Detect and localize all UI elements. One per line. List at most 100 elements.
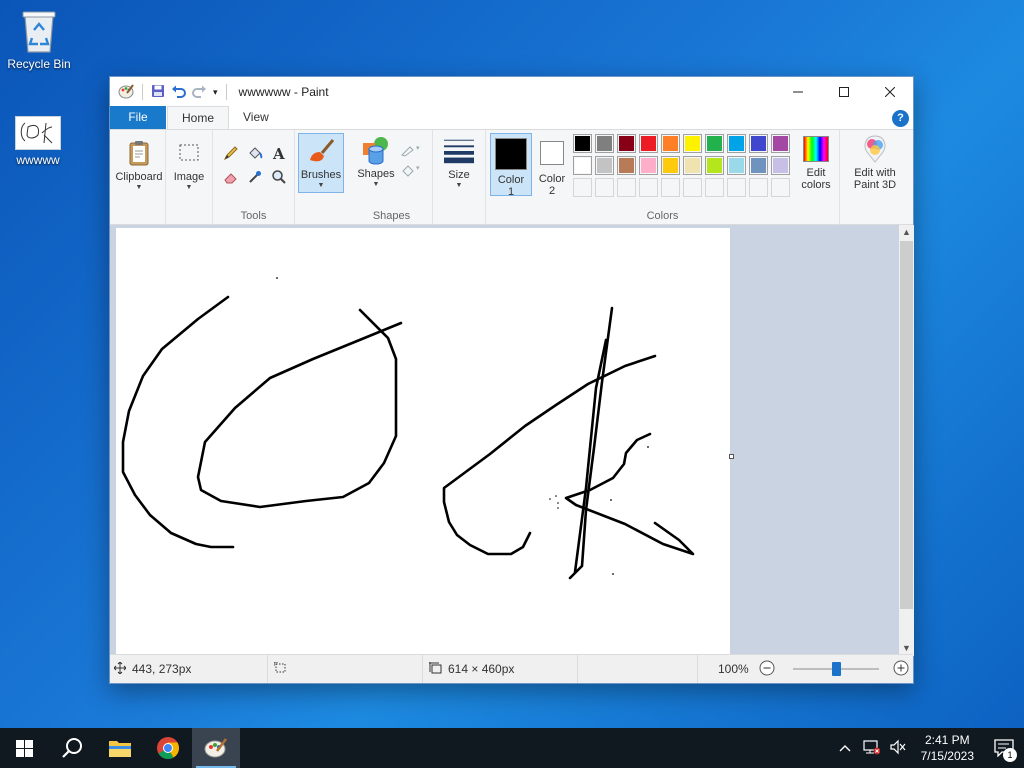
brushes-button[interactable]: Brushes ▼ — [298, 133, 344, 193]
palette-color-swatch[interactable] — [661, 134, 680, 153]
custom-color-slot[interactable] — [617, 178, 636, 197]
desktop-icon-recycle-bin[interactable]: Recycle Bin — [1, 8, 77, 71]
edit-colors-button[interactable]: Edit colors — [796, 134, 836, 191]
customize-quick-access-icon[interactable]: ▾ — [213, 87, 218, 98]
palette-color-swatch[interactable] — [683, 156, 702, 175]
windows-logo-icon — [15, 739, 33, 757]
palette-color-swatch[interactable] — [617, 134, 636, 153]
select-icon — [174, 138, 204, 168]
custom-color-slot[interactable] — [595, 178, 614, 197]
text-icon[interactable]: A — [269, 143, 289, 163]
show-hidden-icons-icon[interactable] — [833, 741, 857, 755]
zoom-out-button[interactable] — [759, 660, 775, 679]
chevron-down-icon: ▼ — [185, 184, 193, 191]
color2-button[interactable]: Color 2 — [534, 133, 570, 197]
fill-icon[interactable]: ▾ — [399, 160, 425, 180]
palette-color-swatch[interactable] — [639, 134, 658, 153]
palette-color-swatch[interactable] — [595, 134, 614, 153]
palette-color-swatch[interactable] — [705, 134, 724, 153]
zoom-in-button[interactable] — [893, 660, 909, 679]
zoom-slider-thumb[interactable] — [831, 662, 841, 676]
maximize-button[interactable] — [821, 77, 867, 107]
palette-color-swatch[interactable] — [705, 156, 724, 175]
palette-color-swatch[interactable] — [727, 134, 746, 153]
volume-muted-icon[interactable] — [885, 739, 911, 758]
vertical-scrollbar[interactable]: ▲ ▼ — [899, 225, 914, 656]
fill-bucket-icon[interactable] — [245, 143, 265, 163]
window-title: wwwwww - Paint — [238, 85, 329, 99]
palette-color-swatch[interactable] — [749, 156, 768, 175]
custom-color-slot[interactable] — [639, 178, 658, 197]
custom-color-slot[interactable] — [661, 178, 680, 197]
eraser-icon[interactable] — [221, 167, 241, 187]
palette-color-swatch[interactable] — [727, 156, 746, 175]
brushes-group: Brushes ▼ — [295, 130, 351, 225]
wwwww-label: wwwww — [16, 153, 60, 167]
palette-color-swatch[interactable] — [771, 156, 790, 175]
custom-color-slot[interactable] — [727, 178, 746, 197]
undo-icon[interactable] — [171, 84, 186, 101]
clipboard-button[interactable]: Clipboard ▼ — [114, 138, 164, 191]
image-size-icon — [429, 661, 442, 677]
scrollbar-thumb[interactable] — [900, 241, 913, 609]
drawing-canvas[interactable] — [116, 228, 730, 656]
svg-text:▾: ▾ — [416, 145, 420, 152]
custom-color-slot[interactable] — [683, 178, 702, 197]
desktop-icon-wwwww[interactable]: wwwww — [0, 116, 76, 167]
start-button[interactable] — [0, 728, 48, 768]
size-button[interactable]: Size ▼ — [439, 136, 479, 189]
paint-app-icon[interactable] — [118, 83, 134, 102]
scroll-up-icon[interactable]: ▲ — [899, 225, 914, 240]
notifications-button[interactable]: 1 — [984, 728, 1024, 768]
search-button[interactable] — [48, 728, 96, 768]
zoom-controls: 100% — [697, 655, 913, 683]
drawing-strokes — [121, 277, 695, 580]
color1-button[interactable]: Color 1 — [490, 133, 532, 198]
palette-color-swatch[interactable] — [749, 134, 768, 153]
magnifier-icon[interactable] — [269, 167, 289, 187]
zoom-slider[interactable] — [792, 661, 879, 677]
palette-color-swatch[interactable] — [639, 156, 658, 175]
canvas-resize-handle[interactable] — [729, 454, 734, 459]
custom-color-slot[interactable] — [771, 178, 790, 197]
palette-color-swatch[interactable] — [771, 134, 790, 153]
brush-icon — [306, 136, 336, 166]
image-file-icon — [15, 116, 61, 150]
shapes-button[interactable]: Shapes ▼ — [355, 133, 397, 188]
custom-color-slot[interactable] — [749, 178, 768, 197]
svg-text:A: A — [272, 145, 285, 161]
custom-color-slot[interactable] — [705, 178, 724, 197]
taskbar-file-explorer[interactable] — [96, 728, 144, 768]
help-button[interactable]: ? — [892, 110, 909, 127]
taskbar-chrome[interactable] — [144, 728, 192, 768]
palette-color-swatch[interactable] — [573, 134, 592, 153]
pencil-icon[interactable] — [221, 143, 241, 163]
image-button[interactable]: Image ▼ — [168, 138, 210, 191]
color-palette — [573, 134, 795, 200]
tab-file[interactable]: File — [110, 106, 166, 129]
recycle-bin-icon — [19, 8, 59, 54]
network-icon[interactable] — [857, 739, 885, 758]
palette-color-swatch[interactable] — [661, 156, 680, 175]
palette-color-swatch[interactable] — [683, 134, 702, 153]
minimize-button[interactable] — [775, 77, 821, 107]
outline-icon[interactable]: ▾ — [399, 140, 425, 160]
palette-color-swatch[interactable] — [595, 156, 614, 175]
tab-home[interactable]: Home — [167, 106, 230, 129]
close-button[interactable] — [867, 77, 913, 107]
redo-icon[interactable] — [192, 84, 207, 101]
brushes-label: Brushes — [300, 169, 342, 181]
system-tray: 2:41 PM 7/15/2023 1 — [833, 728, 1024, 768]
edit-with-paint3d-button[interactable]: Edit with Paint 3D — [846, 134, 904, 191]
move-cursor-icon — [113, 661, 127, 677]
palette-color-swatch[interactable] — [617, 156, 636, 175]
palette-color-swatch[interactable] — [573, 156, 592, 175]
tab-view[interactable]: View — [229, 106, 283, 129]
save-icon[interactable] — [151, 84, 165, 101]
custom-color-slot[interactable] — [573, 178, 592, 197]
taskbar-paint[interactable] — [192, 728, 240, 768]
color-picker-icon[interactable] — [245, 167, 265, 187]
paint3d-label-line1: Edit with — [854, 167, 896, 179]
clock[interactable]: 2:41 PM 7/15/2023 — [911, 732, 984, 764]
ribbon-tabs: File Home View ? — [110, 106, 913, 130]
